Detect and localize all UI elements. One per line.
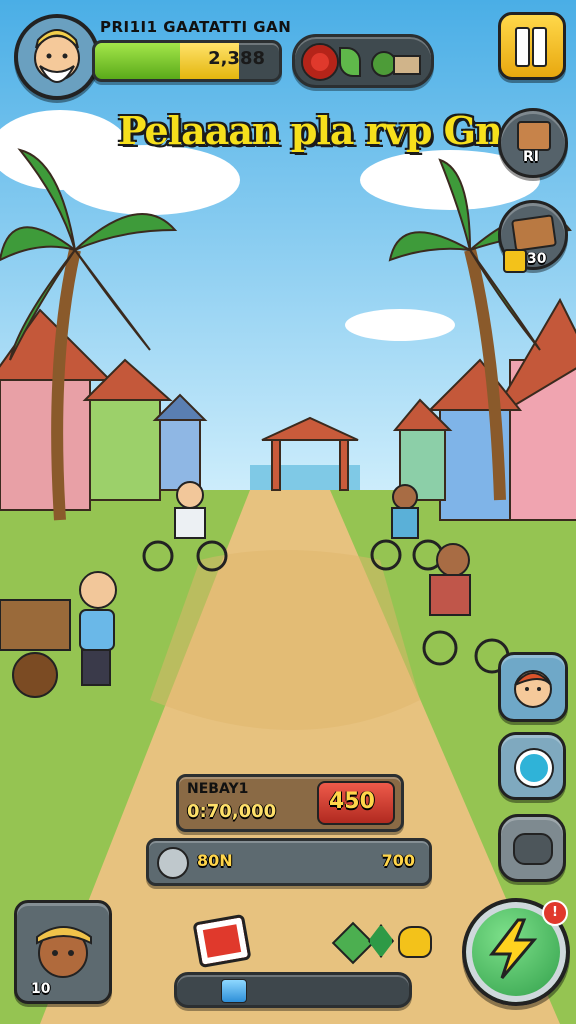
price-value: 450 [329, 789, 375, 814]
xp-bar: 2,388 [92, 40, 282, 82]
boost-button[interactable]: ! [462, 898, 570, 1006]
progress-panel: 80N 700 [146, 838, 432, 886]
resources-panel[interactable] [292, 34, 434, 88]
progress-right-label: 700 [381, 851, 415, 870]
pause-button[interactable] [498, 12, 566, 80]
shop-button[interactable]: RI [498, 108, 568, 178]
bottom-progress-fill [221, 979, 247, 1003]
price-button[interactable]: 450 [317, 781, 395, 825]
shop-label: RI [523, 149, 539, 165]
camera-button[interactable] [498, 732, 566, 800]
bottom-progress-bar [174, 972, 412, 1008]
player-avatar[interactable] [14, 14, 100, 100]
old-man-avatar-icon [34, 29, 80, 83]
plants-icon [371, 45, 421, 77]
character-card-label: 10 [31, 981, 51, 997]
xp-bar-fill [95, 43, 180, 79]
progress-left-label: 80N [197, 851, 233, 870]
donut-icon [301, 43, 339, 81]
player-name: PRI1I1 GAATATTI GAN [100, 18, 292, 36]
xp-value: 2,388 [208, 48, 265, 69]
coin-icon [503, 249, 527, 273]
girl-avatar-icon [514, 670, 552, 708]
chest-button[interactable]: 30 [498, 200, 568, 273]
leaf-icon [339, 47, 361, 77]
ticket-icon[interactable] [192, 913, 252, 969]
character-avatar-icon [36, 926, 92, 978]
cannon-icon [157, 847, 189, 879]
gems-icon[interactable] [331, 920, 432, 965]
controller-icon [513, 833, 553, 865]
earnings-amount: 0:70,000 [187, 801, 277, 822]
pause-icon [515, 27, 547, 67]
notification-badge: ! [542, 900, 568, 926]
camera-icon [516, 750, 552, 786]
chest-icon [510, 214, 558, 252]
chest-count: 30 [527, 251, 547, 267]
shop-icon [517, 121, 551, 151]
title-banner: Pelaaan pla rvp Gne! [118, 108, 542, 153]
character-girl-button[interactable] [498, 652, 568, 722]
earnings-panel: NEBAY1 0:70,000 450 [176, 774, 404, 832]
earnings-label: NEBAY1 [187, 781, 249, 797]
settings-button[interactable] [498, 814, 566, 882]
character-card-button[interactable]: 10 [14, 900, 112, 1004]
